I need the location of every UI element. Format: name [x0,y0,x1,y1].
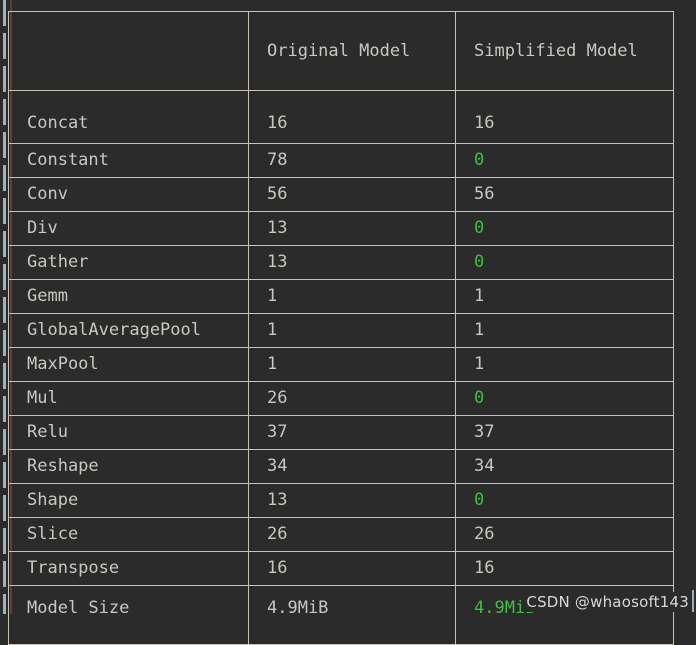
cell-original-count: 16 [248,551,456,586]
cell-simplified-count: 26 [455,517,674,552]
cell-simplified-count: 1 [455,313,674,348]
cell-original-count: 1 [248,279,456,314]
cell-original-count: 13 [248,483,456,518]
terminal-window: Original Model Simplified Model Concat 16… [0,0,696,645]
cell-original-count: 4.9MiB [248,585,456,645]
cell-op-name: Model Size [8,585,249,645]
cell-original-count: 16 [248,90,456,144]
cell-op-name: GlobalAveragePool [8,313,249,348]
table-row: Shape 13 0 [8,483,674,518]
table-header-row: Original Model Simplified Model [8,11,674,91]
cell-simplified-count: 0 [455,245,674,280]
cell-op-name: Gather [8,245,249,280]
cell-original-count: 34 [248,449,456,484]
gutter-selection-marker [3,0,6,614]
cell-simplified-count: 1 [455,347,674,382]
column-header-op-name [8,11,249,91]
cell-simplified-count: 34 [455,449,674,484]
table-row: Constant 78 0 [8,143,674,178]
cell-simplified-count: 56 [455,177,674,212]
cell-original-count: 37 [248,415,456,450]
cell-simplified-count: 16 [455,90,674,144]
cell-original-count: 13 [248,245,456,280]
table-header: Original Model Simplified Model [8,11,674,91]
cell-simplified-count: 0 [455,483,674,518]
cell-simplified-count: 1 [455,279,674,314]
model-comparison-table-container: Original Model Simplified Model Concat 16… [8,11,674,645]
text-caret [692,590,694,612]
table-row: Gather 13 0 [8,245,674,280]
cell-simplified-count: 0 [455,211,674,246]
table-row: MaxPool 1 1 [8,347,674,382]
table-row: Relu 37 37 [8,415,674,450]
cell-op-name: Conv [8,177,249,212]
cell-op-name: Slice [8,517,249,552]
table-row: Transpose 16 16 [8,551,674,586]
cell-op-name: Gemm [8,279,249,314]
cell-original-count: 56 [248,177,456,212]
csdn-watermark: CSDN @whaosoft143 [523,592,692,612]
table-row: Conv 56 56 [8,177,674,212]
cell-simplified-count: 0 [455,143,674,178]
cell-op-name: Shape [8,483,249,518]
cell-simplified-count: 0 [455,381,674,416]
column-header-original-model: Original Model [248,11,456,91]
cell-original-count: 13 [248,211,456,246]
cell-op-name: Div [8,211,249,246]
cell-simplified-count: 37 [455,415,674,450]
cell-original-count: 78 [248,143,456,178]
cell-op-name: Concat [8,90,249,144]
cell-op-name: Mul [8,381,249,416]
cell-original-count: 26 [248,517,456,552]
table-body: Concat 16 16 Constant 78 0 Conv 56 56 Div 13 0 Gathe… [8,90,674,645]
table-row: Mul 26 0 [8,381,674,416]
table-row: Gemm 1 1 [8,279,674,314]
cell-original-count: 1 [248,347,456,382]
table-row: Reshape 34 34 [8,449,674,484]
table-row: Concat 16 16 [8,90,674,144]
cell-original-count: 1 [248,313,456,348]
column-header-simplified-model: Simplified Model [455,11,674,91]
cell-op-name: Transpose [8,551,249,586]
cell-original-count: 26 [248,381,456,416]
cell-simplified-count: 16 [455,551,674,586]
cell-op-name: Relu [8,415,249,450]
model-comparison-table: Original Model Simplified Model Concat 16… [8,11,674,645]
cell-op-name: Constant [8,143,249,178]
cell-op-name: MaxPool [8,347,249,382]
cell-op-name: Reshape [8,449,249,484]
table-row: GlobalAveragePool 1 1 [8,313,674,348]
table-row: Div 13 0 [8,211,674,246]
table-row: Slice 26 26 [8,517,674,552]
